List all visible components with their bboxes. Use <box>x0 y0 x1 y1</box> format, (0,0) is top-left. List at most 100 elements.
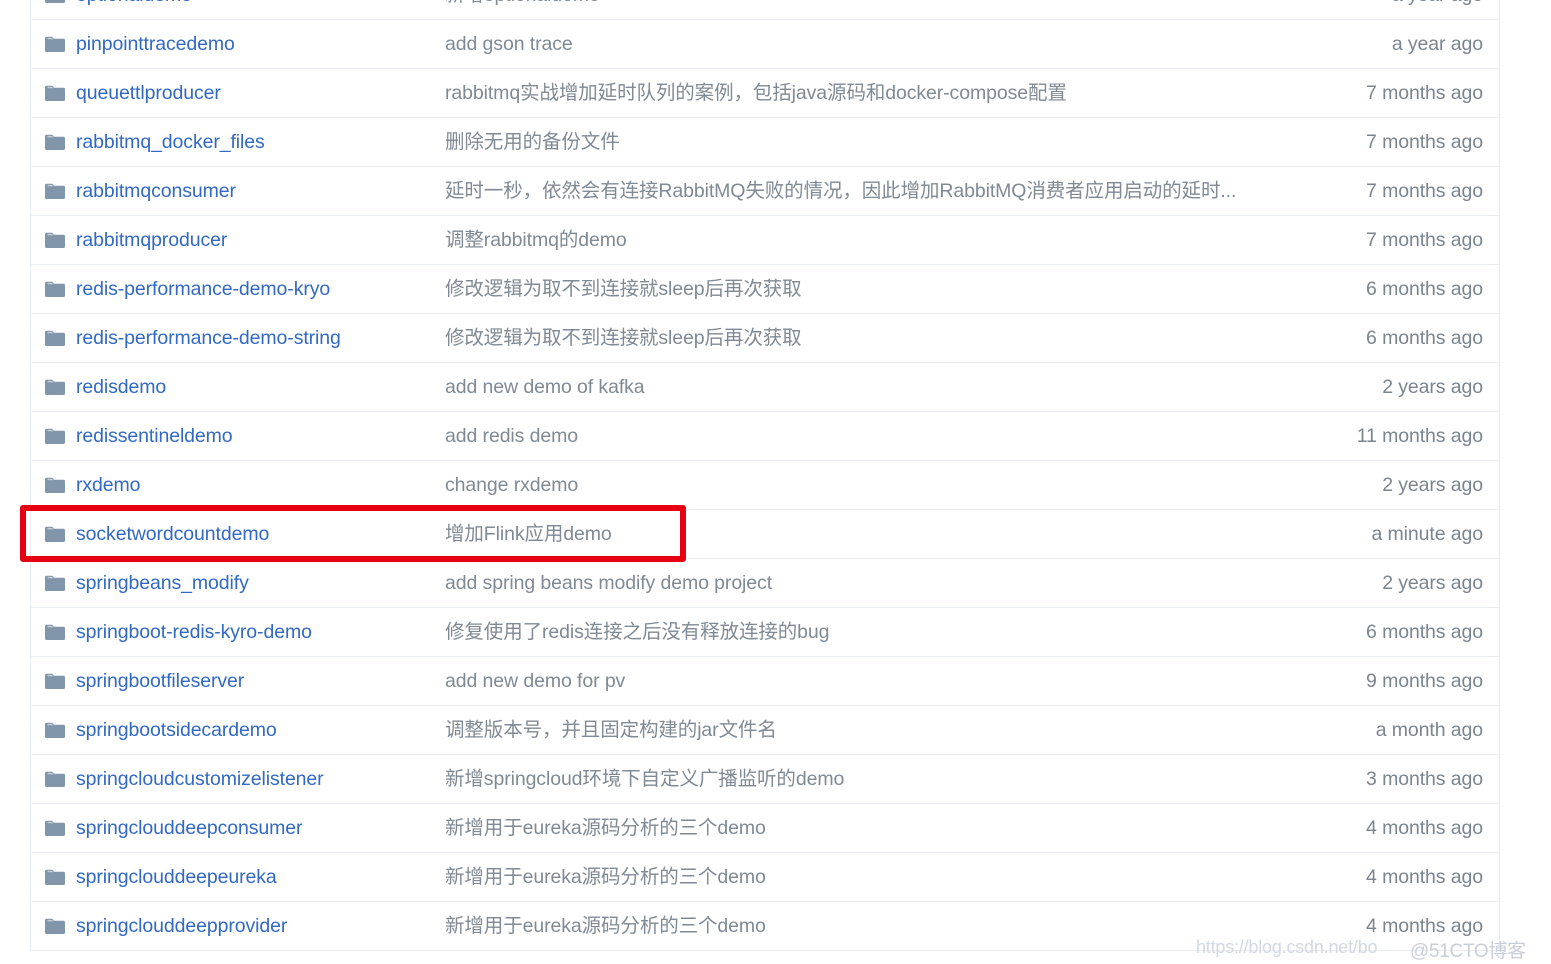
commit-message-cell[interactable]: 新增用于eureka源码分析的三个demo <box>445 915 1269 937</box>
file-row[interactable]: springbootfileserver add new demo for pv 9… <box>31 657 1499 706</box>
commit-message-cell[interactable]: 延时一秒，依然会有连接RabbitMQ失败的情况，因此增加RabbitMQ消费者… <box>445 180 1269 202</box>
file-name-cell: rabbitmqproducer <box>45 229 445 251</box>
last-updated-cell: 3 months ago <box>1366 768 1483 790</box>
file-row[interactable]: springboot-redis-kyro-demo 修复使用了redis连接之后… <box>31 608 1499 657</box>
commit-message-cell[interactable]: rabbitmq实战增加延时队列的案例，包括java源码和docker-comp… <box>445 82 1269 104</box>
last-updated-cell: 2 years ago <box>1382 376 1483 398</box>
folder-icon <box>45 281 65 297</box>
last-updated-cell: 2 years ago <box>1382 474 1483 496</box>
last-updated-cell: 6 months ago <box>1366 621 1483 643</box>
commit-message-cell[interactable]: 调整版本号，并且固定构建的jar文件名 <box>445 719 1269 741</box>
folder-icon <box>45 771 65 787</box>
commit-message-cell[interactable]: change rxdemo <box>445 474 1269 496</box>
file-row[interactable]: optionaldemo 新增optionaldemoa year ago <box>31 0 1499 20</box>
file-row[interactable]: springbootsidecardemo 调整版本号，并且固定构建的jar文件名… <box>31 706 1499 755</box>
file-name-cell: rabbitmqconsumer <box>45 180 445 202</box>
file-name-link[interactable]: springcloudcustomizelistener <box>76 768 324 790</box>
file-name-link[interactable]: redis-performance-demo-string <box>76 327 341 349</box>
file-name-link[interactable]: springclouddeepprovider <box>76 915 287 937</box>
commit-message-cell[interactable]: 修复使用了redis连接之后没有释放连接的bug <box>445 621 1269 643</box>
file-row[interactable]: rabbitmqconsumer 延时一秒，依然会有连接RabbitMQ失败的情况… <box>31 167 1499 216</box>
file-name-link[interactable]: queuettlproducer <box>76 82 221 104</box>
file-row[interactable]: redissentineldemo add redis demo 11 months… <box>31 412 1499 461</box>
folder-icon <box>45 918 65 934</box>
file-row[interactable]: redis-performance-demo-string 修改逻辑为取不到连接就… <box>31 314 1499 363</box>
folder-icon <box>45 36 65 52</box>
commit-message-cell[interactable]: 新增用于eureka源码分析的三个demo <box>445 866 1269 888</box>
commit-message-cell[interactable]: add redis demo <box>445 425 1269 447</box>
file-name-link[interactable]: springclouddeepeureka <box>76 866 277 888</box>
file-name-cell: redis-performance-demo-kryo <box>45 278 445 300</box>
file-name-cell: springclouddeepeureka <box>45 866 445 888</box>
folder-icon <box>45 820 65 836</box>
file-name-cell: rabbitmq_docker_files <box>45 131 445 153</box>
file-row[interactable]: rxdemo change rxdemo 2 years ago <box>31 461 1499 510</box>
commit-message-cell[interactable]: 新增optionaldemo <box>445 0 1269 6</box>
file-name-cell: socketwordcountdemo <box>45 523 445 545</box>
file-name-link[interactable]: pinpointtracedemo <box>76 33 235 55</box>
commit-message-cell[interactable]: add new demo for pv <box>445 670 1269 692</box>
file-row[interactable]: springclouddeepconsumer 新增用于eureka源码分析的三个… <box>31 804 1499 853</box>
file-name-cell: optionaldemo <box>45 0 445 6</box>
file-row[interactable]: rabbitmqproducer 调整rabbitmq的demo 7 months … <box>31 216 1499 265</box>
file-name-cell: springcloudcustomizelistener <box>45 768 445 790</box>
file-name-link[interactable]: springbootsidecardemo <box>76 719 277 741</box>
commit-message-cell[interactable]: 修改逻辑为取不到连接就sleep后再次获取 <box>445 327 1269 349</box>
file-name-cell: redis-performance-demo-string <box>45 327 445 349</box>
file-name-link[interactable]: redis-performance-demo-kryo <box>76 278 330 300</box>
file-name-cell: springbootsidecardemo <box>45 719 445 741</box>
file-name-link[interactable]: redissentineldemo <box>76 425 233 447</box>
last-updated-cell: 2 years ago <box>1382 572 1483 594</box>
last-updated-cell: 6 months ago <box>1366 327 1483 349</box>
file-row[interactable]: springbeans_modify add spring beans modif… <box>31 559 1499 608</box>
file-name-link[interactable]: rabbitmqconsumer <box>76 180 236 202</box>
folder-icon <box>45 0 65 3</box>
commit-message-cell[interactable]: 调整rabbitmq的demo <box>445 229 1269 251</box>
file-name-link[interactable]: springbootfileserver <box>76 670 244 692</box>
file-name-link[interactable]: springclouddeepconsumer <box>76 817 303 839</box>
51cto-watermark: @51CTO博客 <box>1410 941 1526 962</box>
last-updated-cell: 11 months ago <box>1356 425 1483 447</box>
folder-icon <box>45 624 65 640</box>
file-row[interactable]: socketwordcountdemo 增加Flink应用demo a minute… <box>31 510 1499 559</box>
folder-icon <box>45 575 65 591</box>
file-name-link[interactable]: springboot-redis-kyro-demo <box>76 621 312 643</box>
folder-icon <box>45 477 65 493</box>
file-row[interactable]: redisdemo add new demo of kafka 2 years ag… <box>31 363 1499 412</box>
commit-message-cell[interactable]: add gson trace <box>445 33 1269 55</box>
file-name-cell: springbeans_modify <box>45 572 445 594</box>
commit-message-cell[interactable]: 新增springcloud环境下自定义广播监听的demo <box>445 768 1269 790</box>
file-row[interactable]: springcloudcustomizelistener 新增springclou… <box>31 755 1499 804</box>
commit-message-cell[interactable]: 增加Flink应用demo <box>445 523 1269 545</box>
commit-message-cell[interactable]: add new demo of kafka <box>445 376 1269 398</box>
commit-message-cell[interactable]: 修改逻辑为取不到连接就sleep后再次获取 <box>445 278 1269 300</box>
file-name-link[interactable]: rabbitmqproducer <box>76 229 227 251</box>
file-name-cell: springboot-redis-kyro-demo <box>45 621 445 643</box>
folder-icon <box>45 673 65 689</box>
last-updated-cell: 4 months ago <box>1366 915 1483 937</box>
file-name-cell: redissentineldemo <box>45 425 445 447</box>
file-name-link[interactable]: socketwordcountdemo <box>76 523 269 545</box>
file-name-cell: pinpointtracedemo <box>45 33 445 55</box>
commit-message-cell[interactable]: 新增用于eureka源码分析的三个demo <box>445 817 1269 839</box>
folder-icon <box>45 722 65 738</box>
file-name-link[interactable]: optionaldemo <box>76 0 192 6</box>
last-updated-cell: a minute ago <box>1371 523 1483 545</box>
file-row[interactable]: springclouddeepeureka 新增用于eureka源码分析的三个de… <box>31 853 1499 902</box>
file-name-link[interactable]: springbeans_modify <box>76 572 249 594</box>
file-name-link[interactable]: rabbitmq_docker_files <box>76 131 265 153</box>
folder-icon <box>45 85 65 101</box>
commit-message-cell[interactable]: 删除无用的备份文件 <box>445 131 1269 153</box>
file-row[interactable]: rabbitmq_docker_files 删除无用的备份文件 7 months a… <box>31 118 1499 167</box>
folder-icon <box>45 330 65 346</box>
file-name-link[interactable]: rxdemo <box>76 474 141 496</box>
file-row[interactable]: redis-performance-demo-kryo 修改逻辑为取不到连接就sl… <box>31 265 1499 314</box>
file-row[interactable]: pinpointtracedemo add gson trace a year ag… <box>31 20 1499 69</box>
folder-icon <box>45 526 65 542</box>
file-name-cell: springbootfileserver <box>45 670 445 692</box>
commit-message-cell[interactable]: add spring beans modify demo project <box>445 572 1269 594</box>
file-row[interactable]: queuettlproducer rabbitmq实战增加延时队列的案例，包括ja… <box>31 69 1499 118</box>
folder-icon <box>45 232 65 248</box>
file-name-link[interactable]: redisdemo <box>76 376 166 398</box>
file-name-cell: springclouddeepprovider <box>45 915 445 937</box>
